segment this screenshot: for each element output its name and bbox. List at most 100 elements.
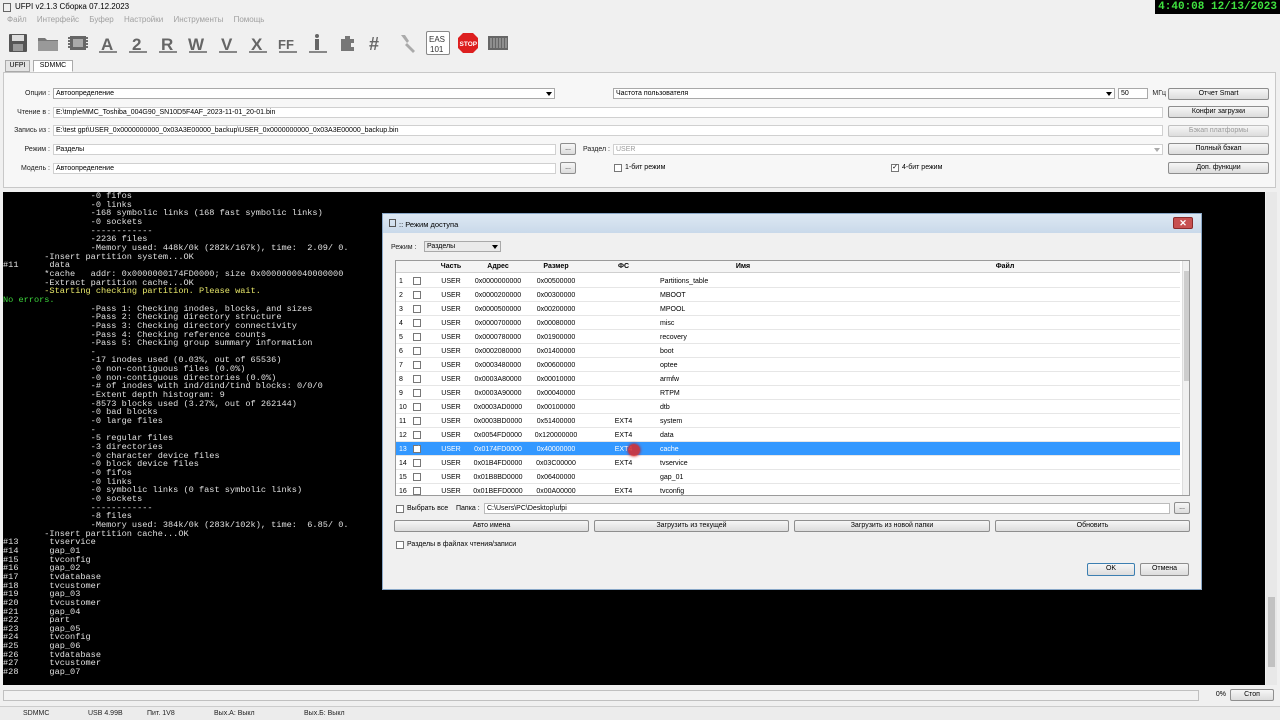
- folder-browse-button[interactable]: ...: [1174, 502, 1190, 514]
- row-checkbox[interactable]: [413, 347, 421, 355]
- ff-icon[interactable]: FF: [276, 31, 300, 55]
- eas-icon[interactable]: EAS 101: [426, 31, 450, 55]
- table-row[interactable]: 8 USER 0x0003A80000 0x00010000 armfw: [396, 372, 1180, 386]
- menu-settings[interactable]: Настройки: [123, 15, 164, 24]
- table-row[interactable]: 15 USER 0x01B8BD0000 0x06400000 gap_01: [396, 470, 1180, 484]
- table-row[interactable]: 2 USER 0x0000200000 0x00300000 MBOOT: [396, 288, 1180, 302]
- select-all-checkbox[interactable]: [396, 505, 404, 513]
- table-row[interactable]: 11 USER 0x0003BD0000 0x51400000 EXT4 system: [396, 414, 1180, 428]
- row-checkbox[interactable]: [413, 459, 421, 467]
- scrollbar-thumb[interactable]: [1184, 271, 1189, 381]
- refresh-button[interactable]: Обновить: [995, 520, 1190, 532]
- write-path-field[interactable]: E:\test gpt\USER_0x0000000000_0x03A3E000…: [53, 125, 1163, 136]
- row-checkbox[interactable]: [413, 333, 421, 341]
- cell-size: 0x00A00000: [536, 488, 576, 495]
- row-checkbox[interactable]: [413, 375, 421, 383]
- cell-size: 0x00600000: [536, 362, 576, 369]
- cell-size: 0x06400000: [536, 474, 576, 481]
- menu-tools[interactable]: Инструменты: [172, 15, 224, 24]
- memory-icon[interactable]: [486, 31, 510, 55]
- frequency-select[interactable]: Частота пользователя: [613, 88, 1115, 99]
- row-checkbox[interactable]: ✓: [413, 445, 421, 453]
- console-scrollbar[interactable]: [1266, 192, 1277, 685]
- scrollbar-thumb[interactable]: [1268, 597, 1275, 667]
- svg-text:101: 101: [430, 45, 444, 54]
- puzzle-icon[interactable]: [336, 31, 360, 55]
- stop-icon[interactable]: STOP: [456, 31, 480, 55]
- table-row[interactable]: 10 USER 0x0003AD0000 0x00100000 dtb: [396, 400, 1180, 414]
- row-checkbox[interactable]: [413, 417, 421, 425]
- table-row[interactable]: 3 USER 0x0000500000 0x00200000 MPOOL: [396, 302, 1180, 316]
- row-checkbox[interactable]: [413, 403, 421, 411]
- table-scrollbar[interactable]: [1182, 261, 1189, 495]
- cell-n: 1: [399, 278, 403, 285]
- full-backup-button[interactable]: Полный бэкап: [1168, 143, 1269, 155]
- row-checkbox[interactable]: [413, 431, 421, 439]
- row-checkbox[interactable]: [413, 305, 421, 313]
- 1bit-checkbox[interactable]: [614, 164, 622, 172]
- extra-functions-button[interactable]: Доп. функции: [1168, 162, 1269, 174]
- row-checkbox[interactable]: [413, 487, 421, 495]
- row-checkbox[interactable]: [413, 319, 421, 327]
- partition-select[interactable]: USER: [613, 144, 1163, 155]
- tools-icon[interactable]: [396, 31, 420, 55]
- ok-button[interactable]: OK: [1087, 563, 1135, 576]
- row-checkbox[interactable]: [413, 361, 421, 369]
- col-part: Часть: [440, 263, 462, 270]
- two-icon[interactable]: 2: [126, 31, 150, 55]
- partitions-in-files-checkbox[interactable]: [396, 541, 404, 549]
- auto-icon[interactable]: A: [96, 31, 120, 55]
- table-row[interactable]: 6 USER 0x0002080000 0x01400000 boot: [396, 344, 1180, 358]
- verify-icon[interactable]: V: [216, 31, 240, 55]
- read-path-field[interactable]: E:\tmp\eMMC_Toshiba_004G90_SN10D5F4AF_20…: [53, 107, 1163, 118]
- model-field[interactable]: Автоопределение: [53, 163, 556, 174]
- row-checkbox[interactable]: [413, 389, 421, 397]
- read-icon[interactable]: R: [156, 31, 180, 55]
- info-icon[interactable]: [306, 31, 330, 55]
- erase-icon[interactable]: X: [246, 31, 270, 55]
- tab-sdmmc[interactable]: SDMMC: [33, 60, 73, 72]
- dialog-mode-select[interactable]: Разделы: [424, 241, 501, 252]
- stop-button[interactable]: Стоп: [1230, 689, 1274, 701]
- platform-backup-button[interactable]: Бэкап платформы: [1168, 125, 1269, 137]
- menu-buffer[interactable]: Буфер: [88, 15, 114, 24]
- mode-browse-button[interactable]: ...: [560, 143, 576, 155]
- table-row[interactable]: 14 USER 0x01B4FD0000 0x03C00000 EXT4 tvservic…: [396, 456, 1180, 470]
- table-row[interactable]: 1 USER 0x0000000000 0x00500000 Partitions_ta…: [396, 274, 1180, 288]
- table-row[interactable]: 16 USER 0x01BEFD0000 0x00A00000 EXT4 tvconfig: [396, 484, 1180, 495]
- folder-field[interactable]: C:\Users\PC\Desktop\ufpi: [484, 503, 1170, 514]
- load-current-button[interactable]: Загрузить из текущей: [594, 520, 789, 532]
- svg-text:EAS: EAS: [429, 35, 445, 44]
- menu-file[interactable]: Файл: [6, 15, 28, 24]
- load-new-folder-button[interactable]: Загрузить из новой папки: [794, 520, 990, 532]
- table-row[interactable]: ✓ 13 USER 0x0174FD0000 0x40000000 EXT4 cache: [396, 442, 1180, 456]
- table-row[interactable]: 4 USER 0x0000700000 0x00080000 misc: [396, 316, 1180, 330]
- tab-ufpi[interactable]: UFPI: [5, 60, 30, 72]
- hash-icon[interactable]: #: [366, 31, 390, 55]
- cell-addr: 0x0054FD0000: [474, 432, 522, 439]
- row-checkbox[interactable]: [413, 277, 421, 285]
- chip-icon[interactable]: [66, 31, 90, 55]
- write-icon[interactable]: W: [186, 31, 210, 55]
- cancel-button[interactable]: Отмена: [1140, 563, 1189, 576]
- auto-names-button[interactable]: Авто имена: [394, 520, 589, 532]
- model-browse-button[interactable]: ...: [560, 162, 576, 174]
- menu-help[interactable]: Помощь: [233, 15, 266, 24]
- table-row[interactable]: 12 USER 0x0054FD0000 0x120000000 EXT4 data: [396, 428, 1180, 442]
- row-checkbox[interactable]: [413, 291, 421, 299]
- boot-config-button[interactable]: Конфиг загрузки: [1168, 106, 1269, 118]
- row-checkbox[interactable]: [413, 473, 421, 481]
- table-row[interactable]: 9 USER 0x0003A90000 0x00040000 RTPM: [396, 386, 1180, 400]
- menu-interface[interactable]: Интерфейс: [36, 15, 80, 24]
- close-icon[interactable]: ✕: [1173, 217, 1193, 229]
- mode-field[interactable]: Разделы: [53, 144, 556, 155]
- table-row[interactable]: 7 USER 0x0003480000 0x00600000 optee: [396, 358, 1180, 372]
- 4bit-checkbox[interactable]: ✓: [891, 164, 899, 172]
- cell-n: 5: [399, 334, 403, 341]
- smart-report-button[interactable]: Отчет Smart: [1168, 88, 1269, 100]
- table-row[interactable]: 5 USER 0x0000780000 0x01900000 recovery: [396, 330, 1180, 344]
- frequency-input[interactable]: 50: [1118, 88, 1148, 99]
- save-icon[interactable]: [6, 31, 30, 55]
- open-folder-icon[interactable]: [36, 31, 60, 55]
- options-select[interactable]: Автоопределение: [53, 88, 555, 99]
